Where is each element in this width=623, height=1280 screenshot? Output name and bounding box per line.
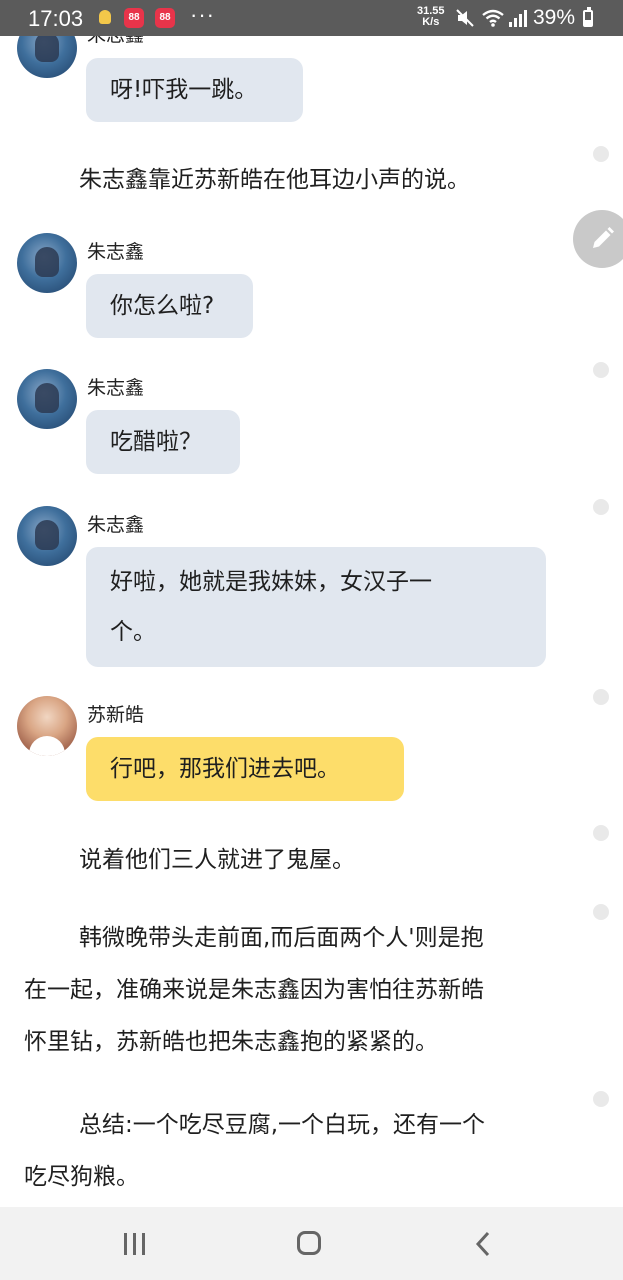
comment-dot[interactable]: [593, 904, 609, 920]
chat-bubble: 吃醋啦？: [86, 410, 240, 474]
battery-icon: [583, 7, 593, 27]
more-notifications-icon: ···: [190, 2, 215, 27]
battery-percent: 39%: [533, 6, 576, 29]
avatar-zhu[interactable]: [17, 233, 77, 293]
speaker-name: 朱志鑫: [87, 36, 144, 47]
chat-bubble: 好啦，她就是我妹妹，女汉子一 个。: [86, 547, 546, 667]
narration-text: 说着他们三人就进了鬼屋。: [79, 847, 355, 873]
story-chat-view[interactable]: 朱志鑫 呀!吓我一跳。 朱志鑫靠近苏新皓在他耳边小声的说。 朱志鑫 你怎么啦? …: [0, 36, 623, 1207]
narration-text: 朱志鑫靠近苏新皓在他耳边小声的说。: [79, 167, 470, 193]
system-nav-bar: [0, 1207, 623, 1280]
narration-line: 吃尽狗粮。: [24, 1164, 139, 1190]
chat-bubble-line: 好啦，她就是我妹妹，女汉子一: [110, 569, 432, 595]
narration-paragraph: 总结:一个吃尽豆腐,一个白玩，还有一个 吃尽狗粮。: [24, 1103, 569, 1199]
status-time: 17:03: [28, 6, 84, 31]
avatar-zhu[interactable]: [17, 506, 77, 566]
speaker-name: 朱志鑫: [87, 377, 145, 399]
back-icon[interactable]: [474, 1231, 492, 1257]
chat-bubble: 行吧，那我们进去吧。: [86, 737, 404, 801]
chat-bubble: 呀!吓我一跳。: [86, 58, 303, 122]
pencil-icon: [593, 227, 614, 248]
chat-bubble: 你怎么啦?: [86, 274, 253, 338]
narration-line: 总结:一个吃尽豆腐,一个白玩，还有一个: [79, 1112, 486, 1138]
app-notification-icon: 88: [155, 8, 175, 28]
chat-bubble-line: 个。: [110, 619, 156, 645]
status-bar: 17:03 88 88 ··· 31.55 K/s 39%: [0, 0, 623, 36]
speaker-name: 朱志鑫: [87, 241, 145, 263]
app-notification-icon: 88: [124, 8, 144, 28]
narration-paragraph: 韩微晚带头走前面,而后面两个人'则是抱 在一起，准确来说是朱志鑫因为害怕往苏新皓…: [24, 916, 569, 1064]
narration-line: 怀里钻，苏新皓也把朱志鑫抱的紧紧的。: [24, 1029, 438, 1055]
comment-dot[interactable]: [593, 499, 609, 515]
comment-dot[interactable]: [593, 689, 609, 705]
narration-line: 在一起，准确来说是朱志鑫因为害怕往苏新皓: [24, 977, 484, 1003]
avatar-zhu[interactable]: [17, 369, 77, 429]
battery-fill: [585, 19, 591, 25]
home-icon[interactable]: [297, 1231, 321, 1255]
speaker-name: 苏新皓: [87, 704, 145, 726]
speaker-name: 朱志鑫: [87, 514, 145, 536]
narration-line: 韩微晚带头走前面,而后面两个人'则是抱: [79, 925, 484, 951]
wifi-icon: [482, 9, 504, 27]
signal-icon: [509, 10, 527, 27]
network-speed-unit: K/s: [422, 16, 440, 28]
mute-icon: [456, 9, 474, 27]
comment-dot[interactable]: [593, 1091, 609, 1107]
edit-button[interactable]: [573, 210, 623, 268]
comment-dot[interactable]: [593, 825, 609, 841]
comment-dot[interactable]: [593, 362, 609, 378]
avatar-su[interactable]: [17, 696, 77, 756]
avatar-zhu[interactable]: [17, 36, 77, 78]
comment-dot[interactable]: [593, 146, 609, 162]
recent-apps-icon[interactable]: [124, 1233, 148, 1255]
tips-bulb-icon: [99, 10, 111, 24]
network-speed: 31.55 K/s: [417, 6, 445, 28]
